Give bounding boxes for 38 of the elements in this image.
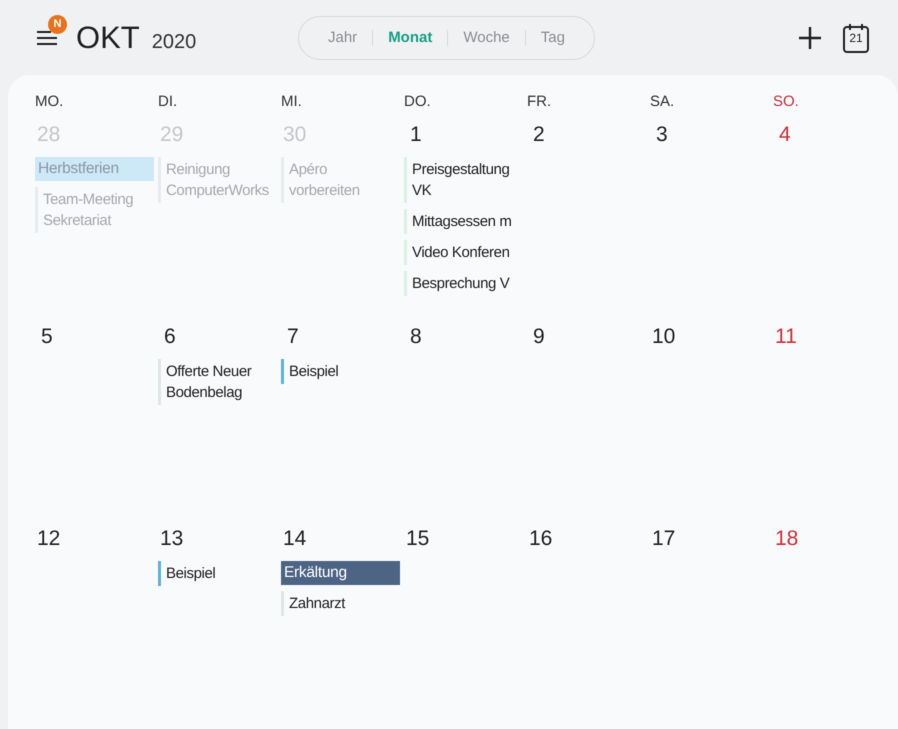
date-number[interactable]: 18 bbox=[773, 527, 798, 551]
month-title: OKT bbox=[76, 20, 140, 56]
add-icon[interactable] bbox=[798, 26, 822, 50]
calendar-event[interactable]: Beispiel bbox=[281, 359, 400, 384]
date-number[interactable]: 3 bbox=[650, 123, 668, 147]
date-number[interactable]: 8 bbox=[404, 325, 422, 349]
all-day-event[interactable]: Erkältung bbox=[281, 561, 400, 585]
date-number[interactable]: 4 bbox=[773, 123, 791, 147]
weekday-label: DO. bbox=[404, 93, 431, 110]
date-number[interactable]: 6 bbox=[158, 325, 176, 349]
weekday-label: DI. bbox=[158, 93, 178, 110]
date-number[interactable]: 9 bbox=[527, 325, 545, 349]
date-number[interactable]: 13 bbox=[158, 527, 184, 551]
weekday-label: SO. bbox=[773, 93, 799, 110]
date-number[interactable]: 12 bbox=[35, 527, 60, 551]
calendar-event[interactable]: Video Konferen bbox=[404, 240, 523, 265]
date-number[interactable]: 7 bbox=[281, 325, 299, 349]
date-number[interactable]: 2 bbox=[527, 123, 545, 147]
date-number[interactable]: 5 bbox=[35, 325, 53, 349]
year-label: 2020 bbox=[152, 31, 196, 54]
calendar-event[interactable]: Preisgestaltung VK bbox=[404, 157, 523, 203]
date-number[interactable]: 1 bbox=[404, 123, 422, 147]
weekday-label: MI. bbox=[281, 93, 302, 110]
calendar-event[interactable]: Besprechung V bbox=[404, 271, 523, 296]
weekday-label: SA. bbox=[650, 93, 674, 110]
date-number[interactable]: 16 bbox=[527, 527, 552, 551]
weekday-label: FR. bbox=[527, 93, 552, 110]
calendar-event[interactable]: Offerte Neuer Bodenbelag bbox=[158, 359, 277, 405]
date-number[interactable]: 17 bbox=[650, 527, 676, 551]
notification-badge: N bbox=[48, 14, 67, 34]
date-number[interactable]: 11 bbox=[773, 325, 797, 349]
calendar-event[interactable]: Mittagsessen m bbox=[404, 209, 523, 234]
weekday-label: MO. bbox=[35, 93, 64, 110]
date-number[interactable]: 15 bbox=[404, 527, 430, 551]
calendar-event[interactable]: Beispiel bbox=[158, 561, 277, 586]
date-number[interactable]: 10 bbox=[650, 325, 676, 349]
date-number[interactable]: 14 bbox=[281, 527, 306, 551]
calendar-event[interactable]: Zahnarzt bbox=[281, 591, 400, 616]
